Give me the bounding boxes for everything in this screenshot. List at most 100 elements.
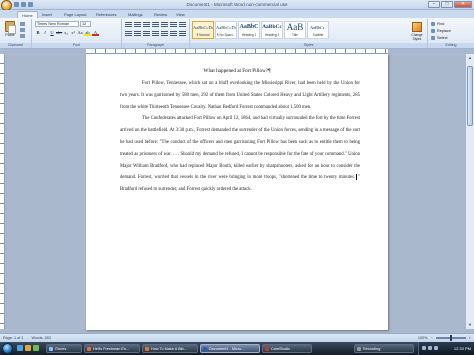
status-bar: Page: 1 of 1 Words: 283 100% − + bbox=[0, 333, 474, 342]
tab-view[interactable]: View bbox=[172, 11, 189, 18]
word-icon bbox=[203, 347, 207, 351]
taskbar-item-bibliography[interactable]: How To Make A Bib... bbox=[142, 344, 198, 353]
style-name: ¶ No Spaci... bbox=[216, 33, 236, 37]
ribbon-tabs: Home Insert Page Layout References Maili… bbox=[0, 10, 474, 18]
change-case-button[interactable]: Aa bbox=[77, 30, 83, 36]
copy-icon[interactable] bbox=[20, 28, 25, 32]
document-body[interactable]: Fort Pillow, Tennessee, which sat on a b… bbox=[120, 78, 360, 196]
taskbar-item-label: Document1 - Micro... bbox=[209, 347, 245, 351]
replace-label: Replace bbox=[437, 29, 451, 33]
volume-icon[interactable] bbox=[428, 346, 432, 350]
highlight-color-button[interactable]: ab bbox=[84, 30, 91, 36]
change-styles-icon bbox=[412, 22, 422, 32]
page-count[interactable]: Page: 1 of 1 bbox=[3, 336, 23, 340]
style-subtitle[interactable]: AaBbCc. Subtitle bbox=[307, 21, 329, 39]
document-page[interactable]: What happened at Fort Pillow?¶ Fort Pill… bbox=[86, 54, 388, 330]
clock[interactable]: 12:33 PM bbox=[454, 346, 471, 351]
tab-mailings[interactable]: Mailings bbox=[124, 11, 147, 18]
style-normal[interactable]: AaBbCcDc ¶ Normal bbox=[192, 21, 214, 39]
subscript-button[interactable]: x₂ bbox=[63, 30, 69, 36]
change-styles-button[interactable]: Change Styles bbox=[410, 22, 424, 41]
tab-references[interactable]: References bbox=[92, 11, 120, 18]
align-left-button[interactable] bbox=[125, 31, 132, 36]
clipboard-group: Paste Clipboard bbox=[0, 19, 32, 48]
bullets-button[interactable] bbox=[125, 22, 132, 27]
tab-review[interactable]: Review bbox=[150, 11, 171, 18]
taskbar-item-hells-freshman[interactable]: Hell's Freshman En... bbox=[84, 344, 140, 353]
tab-home[interactable]: Home bbox=[17, 11, 38, 18]
decrease-indent-button[interactable] bbox=[152, 22, 159, 27]
taskbar-item-word[interactable]: Document1 - Micro... bbox=[200, 344, 260, 353]
style-name: Subtitle bbox=[312, 33, 324, 37]
font-size-select[interactable]: 12 bbox=[80, 21, 91, 27]
superscript-button[interactable]: x² bbox=[70, 30, 76, 36]
font-name-select[interactable]: Times New Roman bbox=[35, 21, 79, 27]
find-button[interactable]: Find bbox=[431, 21, 451, 27]
close-button[interactable]: ✕ bbox=[454, 1, 472, 8]
cut-icon[interactable] bbox=[20, 22, 25, 26]
replace-button[interactable]: Replace bbox=[431, 28, 451, 34]
scroll-down-icon[interactable]: ▼ bbox=[467, 322, 473, 328]
style-name: Heading 2 bbox=[264, 33, 280, 37]
scrollbar-thumb[interactable] bbox=[467, 66, 473, 126]
paragraph-2[interactable]: The Confederates attacked Fort Pillow on… bbox=[120, 113, 360, 196]
window-title: Document1 - Microsoft Word non-commercia… bbox=[186, 2, 288, 7]
justify-button[interactable] bbox=[152, 31, 159, 36]
bold-button[interactable]: B bbox=[35, 30, 41, 36]
ie-icon[interactable] bbox=[17, 345, 23, 351]
align-center-button[interactable] bbox=[134, 31, 141, 36]
title-bar: Document1 - Microsoft Word non-commercia… bbox=[0, 0, 474, 11]
style-no-spacing[interactable]: AaBbCcDc ¶ No Spaci... bbox=[215, 21, 237, 39]
style-gallery: AaBbCcDc ¶ Normal AaBbCcDc ¶ No Spaci...… bbox=[192, 21, 329, 39]
style-name: ¶ Normal bbox=[196, 33, 210, 37]
vertical-scrollbar[interactable]: ▲ ▼ bbox=[465, 54, 474, 329]
strikethrough-button[interactable]: abc bbox=[56, 30, 62, 36]
vertical-ruler[interactable] bbox=[0, 54, 5, 329]
zoom-level[interactable]: 100% bbox=[418, 336, 428, 340]
zoom-slider[interactable] bbox=[435, 335, 466, 341]
taskbar-item-itunes[interactable]: iTunes bbox=[46, 344, 82, 353]
sort-button[interactable] bbox=[170, 22, 177, 27]
network-icon[interactable] bbox=[422, 346, 426, 350]
tab-insert[interactable]: Insert bbox=[38, 11, 56, 18]
folder-icon[interactable] bbox=[25, 345, 31, 351]
numbering-button[interactable] bbox=[134, 22, 141, 27]
tab-page-layout[interactable]: Page Layout bbox=[60, 11, 90, 18]
zoom-in-icon[interactable]: + bbox=[469, 336, 471, 340]
align-right-button[interactable] bbox=[143, 31, 150, 36]
minimize-button[interactable]: – bbox=[428, 1, 440, 8]
italic-button[interactable]: I bbox=[42, 30, 48, 36]
word-count[interactable]: Words: 283 bbox=[31, 336, 50, 340]
borders-button[interactable] bbox=[179, 31, 186, 36]
shading-button[interactable] bbox=[170, 31, 177, 36]
quick-launch bbox=[17, 345, 39, 351]
style-name: Title bbox=[292, 33, 298, 37]
media-icon[interactable] bbox=[33, 345, 39, 351]
style-heading-2[interactable]: AaBbCc Heading 2 bbox=[261, 21, 283, 39]
zoom-out-icon[interactable]: − bbox=[431, 336, 433, 340]
format-painter-icon[interactable] bbox=[20, 34, 25, 38]
taskbar-item-camstudio[interactable]: CamStudio bbox=[262, 344, 312, 353]
select-button[interactable]: Select bbox=[431, 35, 451, 41]
style-heading-1[interactable]: AaBbC Heading 1 bbox=[238, 21, 260, 39]
start-button[interactable] bbox=[2, 343, 13, 354]
ribbon: Paste Clipboard Times New Roman 12 B I U… bbox=[0, 18, 474, 49]
maximize-button[interactable]: □ bbox=[441, 1, 453, 8]
line-spacing-button[interactable] bbox=[161, 31, 168, 36]
styles-group-label: Styles bbox=[190, 43, 427, 48]
show-marks-button[interactable] bbox=[179, 22, 186, 27]
paragraph-1[interactable]: Fort Pillow, Tennessee, which sat on a b… bbox=[120, 78, 360, 113]
paste-button[interactable]: Paste bbox=[3, 21, 17, 38]
taskbar-item-label: Hell's Freshman En... bbox=[93, 347, 130, 351]
paragraph-group: Paragraph bbox=[122, 19, 190, 48]
taskbar-item-label: How To Make A Bib... bbox=[151, 347, 187, 351]
multilevel-list-button[interactable] bbox=[143, 22, 150, 27]
battery-icon[interactable] bbox=[434, 346, 438, 350]
increase-indent-button[interactable] bbox=[161, 22, 168, 27]
style-preview: AaBbCcDc bbox=[216, 25, 236, 30]
taskbar-item-recording[interactable]: Recording bbox=[354, 344, 414, 353]
underline-button[interactable]: U bbox=[49, 30, 55, 36]
scroll-up-icon[interactable]: ▲ bbox=[467, 55, 473, 61]
style-title[interactable]: AaB Title bbox=[284, 21, 306, 39]
font-color-button[interactable]: A bbox=[92, 30, 99, 36]
